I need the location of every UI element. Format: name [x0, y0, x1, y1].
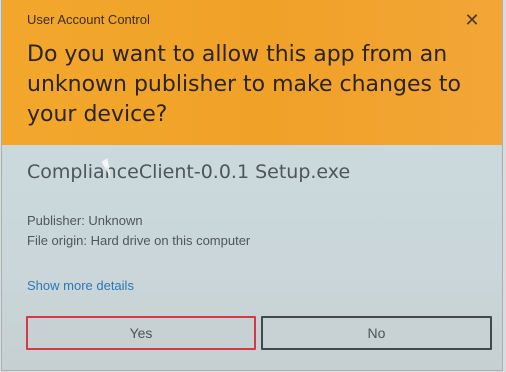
dialog-title: User Account Control: [27, 12, 150, 27]
no-button[interactable]: No: [261, 316, 492, 350]
close-button[interactable]: ✕: [460, 8, 484, 32]
no-button-label: No: [367, 325, 386, 341]
dialog-header: User Account Control ✕ Do you want to al…: [2, 0, 502, 145]
publisher-text: Publisher: Unknown: [27, 213, 143, 228]
yes-button[interactable]: Yes: [26, 316, 256, 350]
dialog-question: Do you want to allow this app from an un…: [27, 42, 462, 127]
yes-button-label: Yes: [129, 325, 153, 341]
dialog-body: ComplianceClient-0.0.1 Setup.exe Publish…: [2, 145, 502, 370]
user-account-control-dialog: User Account Control ✕ Do you want to al…: [2, 0, 502, 370]
show-more-details-link[interactable]: Show more details: [27, 278, 134, 293]
app-name: ComplianceClient-0.0.1 Setup.exe: [27, 161, 351, 183]
close-icon: ✕: [464, 10, 480, 30]
file-origin-text: File origin: Hard drive on this computer: [27, 233, 251, 248]
